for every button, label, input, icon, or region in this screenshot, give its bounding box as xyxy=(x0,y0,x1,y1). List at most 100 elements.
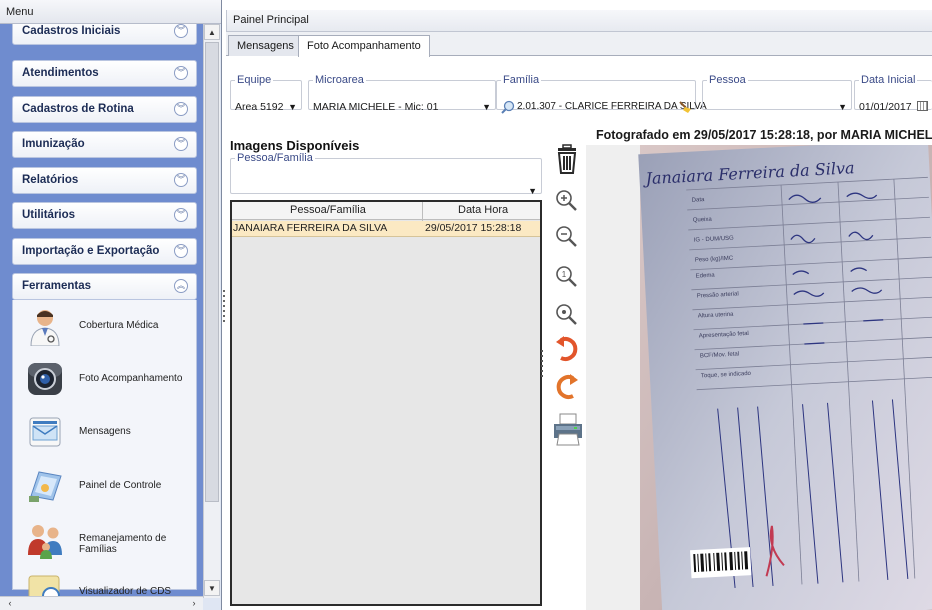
tool-label: Mensagens xyxy=(79,426,131,437)
menu-category-importacao-exportacao[interactable]: Importação e Exportação ︾ xyxy=(12,238,197,265)
menu-category-imunizacao[interactable]: Imunização ︾ xyxy=(12,131,197,158)
equipe-select[interactable]: Equipe Area 5192 ▼ xyxy=(230,74,302,113)
chevron-down-icon: ︾ xyxy=(174,102,188,116)
chevron-down-icon: ︾ xyxy=(174,244,188,258)
chevron-down-icon: ▼ xyxy=(288,102,297,112)
main-panel: Painel Principal Mensagens Foto Acompanh… xyxy=(226,0,932,610)
tab-mensagens[interactable]: Mensagens xyxy=(228,35,303,56)
chevron-down-icon: ︾ xyxy=(174,137,188,151)
menu-category-label: Atendimentos xyxy=(22,67,99,79)
menu-category-cadastros-de-rotina[interactable]: Cadastros de Rotina ︾ xyxy=(12,96,197,123)
rotate-left-icon[interactable] xyxy=(552,334,582,364)
tool-cobertura-medica[interactable]: Cobertura Médica xyxy=(13,302,198,352)
menu-vertical-scrollbar[interactable]: ▲ ▼ xyxy=(203,24,220,598)
pessoa-familia-label: Pessoa/Família xyxy=(237,152,313,164)
scroll-thumb[interactable] xyxy=(205,42,219,502)
menu-category-relatorios[interactable]: Relatórios ︾ xyxy=(12,167,197,194)
microarea-value: MARIA MICHELE - Mic: 01 xyxy=(313,101,439,113)
scroll-down-icon[interactable]: ▼ xyxy=(204,580,220,596)
menu-panel: Menu Cadastros Iniciais ︾ Atendimentos ︾… xyxy=(0,0,222,610)
chevron-down-icon: ▼ xyxy=(482,102,491,112)
menu-category-utilitarios[interactable]: Utilitários ︾ xyxy=(12,202,197,229)
data-inicial-label: Data Inicial xyxy=(861,74,916,86)
tab-label: Foto Acompanhamento xyxy=(307,40,421,52)
menu-category-label: Relatórios xyxy=(22,174,79,186)
svg-text:Edema: Edema xyxy=(696,273,716,280)
column-header-pessoa-familia[interactable]: Pessoa/Família xyxy=(290,204,366,216)
pessoa-familia-select[interactable]: Pessoa/Família ▼ xyxy=(230,152,542,196)
printer-icon[interactable] xyxy=(552,412,584,446)
envelope-icon xyxy=(29,417,61,447)
menu-category-label: Ferramentas xyxy=(22,280,92,292)
svg-text:Data: Data xyxy=(692,197,706,204)
column-header-data-hora[interactable]: Data Hora xyxy=(458,204,508,216)
pessoa-label: Pessoa xyxy=(709,74,746,86)
prenatal-card-photo: Janaiara Ferreira da Silva Data Queixa I… xyxy=(586,145,932,610)
calendar-icon[interactable] xyxy=(917,101,928,111)
trash-icon[interactable] xyxy=(552,144,582,174)
tool-painel-de-controle[interactable]: Painel de Controle xyxy=(13,462,198,512)
tool-label: Remanejamento de Famílias xyxy=(79,533,167,555)
tool-visualizador-de-cds[interactable]: Visualizador de CDS xyxy=(13,568,198,598)
scroll-right-icon[interactable]: › xyxy=(186,597,202,610)
chevron-down-icon: ︾ xyxy=(174,24,188,38)
svg-text:1: 1 xyxy=(562,270,567,279)
zoom-actual-icon[interactable] xyxy=(552,300,582,330)
data-inicial-field[interactable]: Data Inicial 01/01/2017 xyxy=(854,74,932,113)
pessoa-select[interactable]: Pessoa ▼ xyxy=(702,74,852,112)
microarea-label: Microarea xyxy=(315,74,364,86)
menu-horizontal-scrollbar[interactable]: ‹ › xyxy=(0,596,203,610)
equipe-label: Equipe xyxy=(237,74,272,86)
zoom-fit-icon[interactable]: 1 xyxy=(552,262,582,292)
search-icon[interactable] xyxy=(501,100,515,114)
tool-foto-acompanhamento[interactable]: Foto Acompanhamento xyxy=(13,355,198,405)
viewer-icon xyxy=(28,575,60,598)
scroll-left-icon[interactable]: ‹ xyxy=(2,597,18,610)
tool-label: Cobertura Médica xyxy=(79,320,159,331)
tab-foto-acompanhamento[interactable]: Foto Acompanhamento xyxy=(298,35,430,57)
zoom-out-icon[interactable] xyxy=(552,222,582,252)
images-table: Pessoa/Família Data Hora JANAIARA FERREI… xyxy=(230,200,542,606)
menu-category-atendimentos[interactable]: Atendimentos ︾ xyxy=(12,60,197,87)
menu-category-label: Cadastros Iniciais xyxy=(22,25,121,37)
camera-icon xyxy=(28,363,62,395)
microarea-select[interactable]: Microarea MARIA MICHELE - Mic: 01 ▼ xyxy=(308,74,496,113)
table-row[interactable]: JANAIARA FERREIRA DA SILVA 29/05/2017 15… xyxy=(232,221,540,237)
tool-mensagens[interactable]: Mensagens xyxy=(13,408,198,458)
tool-remanejamento-de-familias[interactable]: Remanejamento de Famílias xyxy=(13,515,198,565)
rotate-right-icon[interactable] xyxy=(552,372,582,402)
menu-category-label: Importação e Exportação xyxy=(22,245,160,257)
data-inicial-value: 01/01/2017 xyxy=(859,101,912,113)
menu-category-ferramentas[interactable]: Ferramentas ︽ xyxy=(12,273,197,300)
row-pessoa: JANAIARA FERREIRA DA SILVA xyxy=(233,222,388,234)
family-icon xyxy=(28,525,62,559)
tab-label: Mensagens xyxy=(237,40,294,52)
splitter-handle[interactable] xyxy=(541,350,545,380)
images-title: Imagens Disponíveis xyxy=(230,138,360,153)
table-header: Pessoa/Família Data Hora xyxy=(232,202,540,220)
chevron-down-icon: ▼ xyxy=(838,102,847,112)
scroll-up-icon[interactable]: ▲ xyxy=(204,24,220,40)
ferramentas-items: Cobertura Médica Foto Acompanhamento Men… xyxy=(12,300,198,598)
chevron-down-icon: ︾ xyxy=(174,66,188,80)
top-strip xyxy=(226,0,932,10)
tab-strip: Mensagens Foto Acompanhamento xyxy=(226,32,932,57)
zoom-in-icon[interactable] xyxy=(552,186,582,216)
doctor-icon xyxy=(30,310,60,346)
familia-field[interactable]: Família 2.01.307 - CLARICE FERREIRA DA S… xyxy=(496,74,707,114)
equipe-value: Area 5192 xyxy=(235,101,284,113)
menu-category-label: Utilitários xyxy=(22,209,76,221)
menu-category-label: Imunização xyxy=(22,138,85,150)
menu-accordion: Cadastros Iniciais ︾ Atendimentos ︾ Cada… xyxy=(0,24,203,598)
photo-viewer[interactable]: Janaiara Ferreira da Silva Data Queixa I… xyxy=(586,145,932,610)
control-panel-icon xyxy=(29,471,62,502)
clear-broom-icon[interactable] xyxy=(678,100,692,114)
menu-title: Menu xyxy=(0,0,221,24)
menu-category-label: Cadastros de Rotina xyxy=(22,103,134,115)
chevron-down-icon: ︾ xyxy=(174,208,188,222)
tool-label: Foto Acompanhamento xyxy=(79,373,183,384)
chevron-down-icon: ︾ xyxy=(174,173,188,187)
chevron-down-icon: ▼ xyxy=(528,186,537,196)
menu-category-cadastros-iniciais[interactable]: Cadastros Iniciais ︾ xyxy=(12,24,197,45)
familia-label: Família xyxy=(503,74,540,86)
